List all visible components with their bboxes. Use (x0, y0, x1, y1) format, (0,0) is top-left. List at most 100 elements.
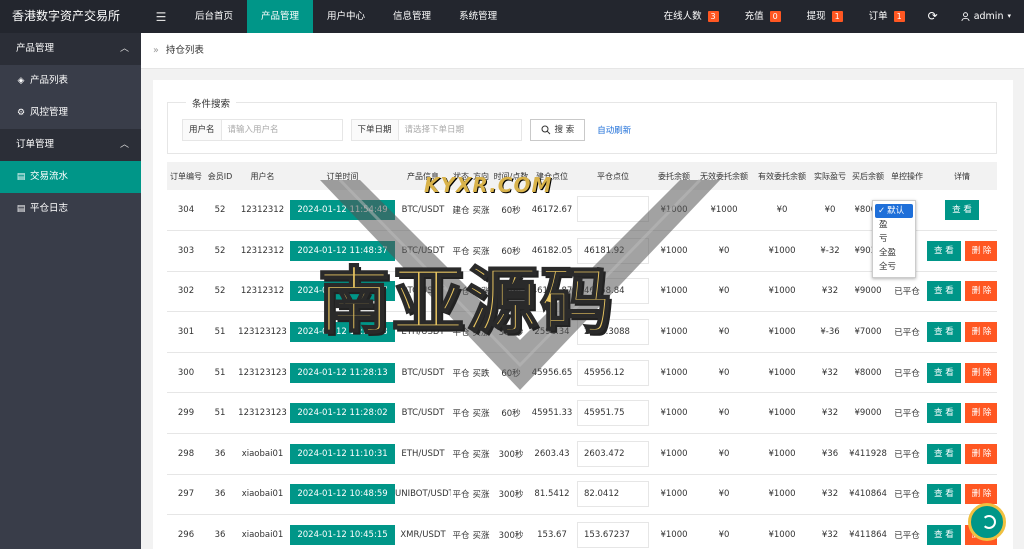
column-header: 详情 (927, 162, 997, 190)
sidebar-item-label: 风控管理 (30, 107, 69, 118)
sidebar-item-trade-flow[interactable]: ▤ 交易流水 (0, 161, 141, 193)
pnl-cell: ¥0 (811, 190, 849, 232)
order-time-tag: 2024-01-12 10:48:59 (290, 484, 395, 505)
pnl-cell: ¥36 (811, 433, 849, 475)
close-price-input[interactable]: 45956.12 (577, 359, 649, 386)
view-button[interactable]: 查 看 (927, 443, 961, 464)
withdraw[interactable]: 提现 1 (794, 0, 856, 33)
user-menu[interactable]: admin ▾ (948, 0, 1024, 33)
close-price-input[interactable] (577, 195, 649, 222)
view-button[interactable]: 查 看 (927, 525, 961, 546)
after-balance-cell: ¥7000 (849, 311, 887, 353)
refresh-icon[interactable]: ⟳ (918, 0, 948, 33)
view-button[interactable]: 查 看 (927, 281, 961, 302)
chevron-down-icon: ▾ (1007, 12, 1011, 20)
username-cell: 123123123 (235, 392, 290, 435)
view-button[interactable]: 查 看 (927, 240, 961, 261)
pnl-cell: ¥32 (811, 474, 849, 516)
view-button[interactable]: 查 看 (927, 403, 961, 424)
sidebar-group-product[interactable]: 产品管理 ︿ (0, 33, 141, 65)
delete-button[interactable]: 删 除 (964, 240, 997, 261)
auto-refresh-link[interactable]: 自动刷新 (597, 124, 631, 136)
orders[interactable]: 订单 1 (856, 0, 918, 33)
invalid-entrust-cell: ¥0 (695, 230, 753, 272)
view-button[interactable]: 查 看 (927, 322, 961, 343)
column-header: 无效委托余额 (695, 162, 753, 190)
direction-cell: 买涨 (471, 474, 491, 516)
delete-button[interactable]: 删 除 (964, 484, 997, 505)
nav-system-management[interactable]: 系统管理 (445, 0, 511, 33)
delete-button[interactable]: 删 除 (964, 403, 997, 424)
open-price-cell: 45951.33 (531, 392, 573, 435)
control-cell: 已平仓 (887, 474, 927, 516)
username-cell: 12312312 (235, 230, 290, 272)
gear-icon: ⚙ (16, 108, 26, 118)
nav-home[interactable]: 后台首页 (181, 0, 247, 33)
close-price-input[interactable]: 45951.75 (577, 400, 649, 427)
order-id: 296 (167, 514, 205, 549)
sidebar-item-label: 交易流水 (30, 171, 69, 182)
pnl-cell: ¥-36 (811, 311, 849, 353)
delete-button[interactable]: 删 除 (964, 443, 997, 464)
dropdown-option[interactable]: 亏 (873, 232, 915, 246)
dropdown-option[interactable]: 盈 (873, 218, 915, 232)
delete-button[interactable]: 删 除 (964, 362, 997, 383)
view-button[interactable]: 查 看 (927, 484, 961, 505)
date-field: 下单日期 请选择下单日期 (350, 119, 522, 141)
member-id: 52 (205, 190, 235, 232)
date-input[interactable]: 请选择下单日期 (399, 120, 521, 140)
delete-button[interactable]: 删 除 (964, 322, 997, 343)
sidebar-item-close-log[interactable]: ▤ 平仓日志 (0, 193, 141, 225)
order-time-tag: 2024-01-12 11:28:13 (290, 362, 395, 383)
entrust-cell: ¥1000 (653, 352, 695, 394)
view-button[interactable]: 查 看 (927, 362, 961, 383)
username-input[interactable]: 请输入用户名 (222, 120, 342, 140)
username-cell: 12312312 (235, 190, 290, 232)
table-row: 297 36 xiaobai01 2024-01-12 10:48:59 UNIBOT/… (167, 474, 997, 516)
close-price-cell: 2603.472 (573, 433, 653, 475)
actions-cell: 查 看删 除 (927, 271, 997, 313)
view-button[interactable]: 查 看 (945, 200, 979, 221)
delete-button[interactable]: 删 除 (964, 281, 997, 302)
close-price-input[interactable]: 82.0412 (577, 481, 649, 508)
product-cell: ETH/USDT (395, 433, 451, 475)
sidebar-group-orders[interactable]: 订单管理 ︿ (0, 129, 141, 161)
valid-entrust-cell: ¥1000 (753, 433, 811, 475)
hamburger-icon[interactable]: ☰ (141, 10, 181, 24)
dropdown-option[interactable]: 全盈 (873, 246, 915, 260)
direction-cell: 买涨 (471, 392, 491, 435)
product-cell: BTC/USDT (395, 352, 451, 394)
order-id: 302 (167, 271, 205, 313)
dropdown-option[interactable]: 全亏 (873, 260, 915, 274)
after-balance-cell: ¥411928 (849, 433, 887, 475)
dropdown-option-label: 全亏 (879, 262, 897, 272)
breadcrumb: » 持仓列表 (141, 33, 1024, 69)
member-id: 36 (205, 514, 235, 549)
column-header: 用户名 (235, 162, 290, 190)
dropdown-option[interactable]: ✓ 默认 (875, 204, 913, 218)
nav-product-management[interactable]: 产品管理 (247, 0, 314, 33)
status-cell: 平仓 (451, 474, 471, 516)
close-price-input[interactable]: 2603.472 (577, 440, 649, 467)
chat-float-button[interactable] (968, 503, 1006, 541)
table-row: 296 36 xiaobai01 2024-01-12 10:45:15 XMR/USD… (167, 514, 997, 549)
column-header: 实际盈亏 (811, 162, 849, 190)
close-price-cell: 45956.12 (573, 352, 653, 394)
control-dropdown[interactable]: ✓ 默认盈亏全盈全亏 (872, 200, 916, 278)
close-price-input[interactable]: 153.67237 (577, 522, 649, 549)
recharge-label: 充值 (744, 11, 764, 22)
online-users[interactable]: 在线人数 3 (651, 0, 732, 33)
nav-user-center[interactable]: 用户中心 (313, 0, 379, 33)
recharge[interactable]: 充值 0 (732, 0, 794, 33)
sidebar-item-risk-control[interactable]: ⚙ 风控管理 (0, 97, 141, 129)
member-id: 52 (205, 230, 235, 272)
close-price-cell: 153.67237 (573, 514, 653, 549)
status-cell: 平仓 (451, 514, 471, 549)
control-cell: 已平仓 (887, 352, 927, 394)
close-price-cell (573, 190, 653, 232)
nav-info-management[interactable]: 信息管理 (379, 0, 445, 33)
search-icon (541, 125, 550, 135)
search-button[interactable]: 搜 索 (529, 119, 586, 141)
sidebar-item-product-list[interactable]: ◈ 产品列表 (0, 65, 141, 97)
username-field: 用户名 请输入用户名 (182, 119, 343, 141)
